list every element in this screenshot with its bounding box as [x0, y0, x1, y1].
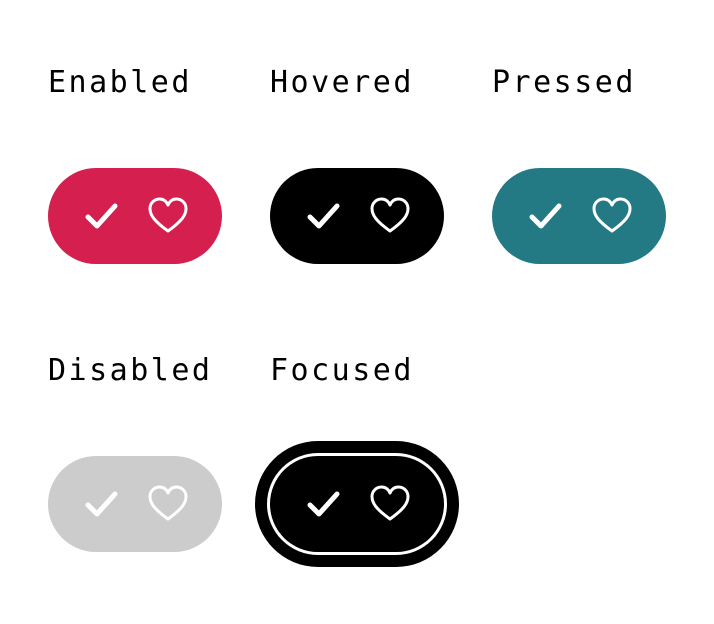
- label-enabled: Enabled: [48, 65, 192, 100]
- check-icon[interactable]: [302, 482, 346, 526]
- label-focused: Focused: [270, 353, 414, 388]
- label-disabled: Disabled: [48, 353, 213, 388]
- check-icon[interactable]: [80, 194, 124, 238]
- label-hovered: Hovered: [270, 65, 414, 100]
- button-group-hovered[interactable]: [270, 168, 444, 264]
- heart-outline-icon[interactable]: [146, 194, 190, 238]
- button-group-pressed[interactable]: [492, 168, 666, 264]
- check-icon[interactable]: [302, 194, 346, 238]
- button-group-disabled: [48, 456, 222, 552]
- button-group-focused[interactable]: [270, 456, 444, 552]
- heart-outline-icon[interactable]: [368, 194, 412, 238]
- heart-outline-icon[interactable]: [368, 482, 412, 526]
- check-icon: [80, 482, 124, 526]
- check-icon[interactable]: [524, 194, 568, 238]
- label-pressed: Pressed: [492, 65, 636, 100]
- button-group-enabled[interactable]: [48, 168, 222, 264]
- heart-outline-icon: [146, 482, 190, 526]
- heart-outline-icon[interactable]: [590, 194, 634, 238]
